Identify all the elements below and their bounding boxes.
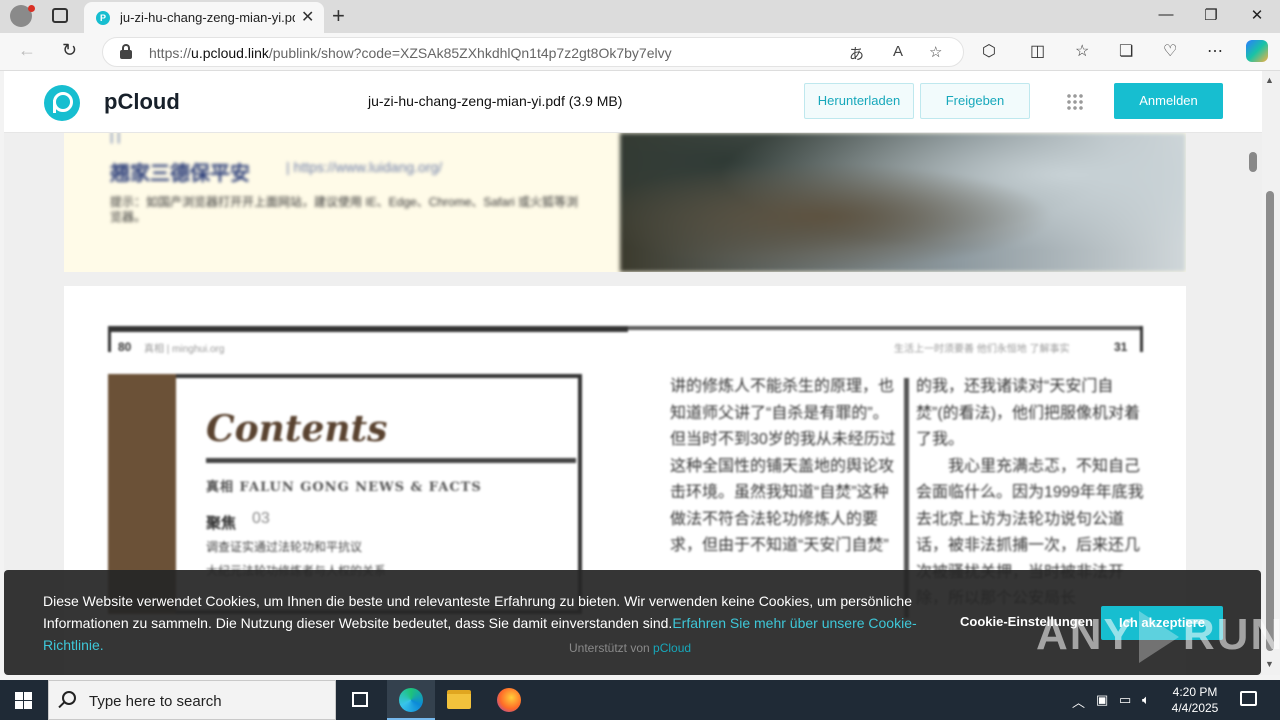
taskbar-search-input[interactable]: Type here to search (48, 680, 336, 720)
collections-icon[interactable]: ❏ (1119, 41, 1133, 61)
translate-icon[interactable]: あ (849, 43, 864, 64)
firefox-icon (497, 688, 521, 712)
close-window-icon[interactable]: ✕ (1247, 6, 1267, 24)
notification-dot-icon (28, 5, 35, 12)
refresh-icon[interactable]: ↻ (62, 40, 77, 61)
favorites-icon[interactable]: ☆ (1075, 41, 1089, 61)
taskbar-firefox[interactable] (485, 680, 533, 720)
restore-icon[interactable]: ❐ (1201, 6, 1221, 24)
contents-item: 调查证实通过法轮功和平抗议 (206, 540, 363, 554)
edge-icon (399, 688, 423, 712)
back-icon[interactable]: ← (18, 40, 36, 61)
tray-volume-icon[interactable]: 🔈︎ (1142, 692, 1150, 708)
apps-grid-icon[interactable] (1066, 93, 1084, 111)
more-menu-icon[interactable]: ⋯ (1207, 41, 1223, 61)
page-text: | | (110, 133, 121, 144)
browser-essentials-icon[interactable]: ♡ (1163, 41, 1177, 61)
powered-by: Unterstützt von pCloud (569, 641, 692, 655)
page-number: 31 (1114, 340, 1128, 354)
contents-section: 聚焦 (206, 515, 237, 532)
pdf-page: | | 翘家三德保平安 | https://www.luidang.org/ 提… (64, 133, 1186, 272)
page-number: 80 (118, 340, 132, 354)
new-tab-icon[interactable]: + (332, 3, 345, 29)
task-view-icon (352, 692, 368, 707)
tray-network-icon[interactable]: ▭ (1119, 692, 1131, 708)
tab-strip: P ju-zi-hu-chang-zeng-mian-yi.pdf ✕ + — … (0, 0, 1280, 33)
powered-by-link[interactable]: pCloud (653, 641, 691, 655)
contents-subtitle: 真相 FALUN GONG NEWS & FACTS (206, 480, 482, 495)
pcloud-favicon-icon: P (96, 11, 110, 25)
running-header: 生活上一时须要善 他们永恒地 了解事实 (894, 344, 1070, 355)
taskbar-file-explorer[interactable] (435, 680, 483, 720)
taskbar-clock[interactable]: 4:20 PM 4/4/2025 (1160, 684, 1230, 716)
share-button[interactable]: Freigeben (920, 83, 1030, 119)
favorite-star-icon[interactable]: ☆ (929, 43, 942, 61)
clock-time: 4:20 PM (1172, 685, 1218, 699)
taskbar-edge[interactable] (387, 680, 435, 720)
extensions-icon[interactable]: ⬡ (982, 41, 996, 61)
anyrun-watermark: ANY RUN (1036, 610, 1280, 664)
page-scroll-thumb[interactable] (1249, 152, 1257, 172)
pcloud-logo-text[interactable]: pCloud (104, 89, 180, 115)
signin-button[interactable]: Anmelden (1114, 83, 1223, 119)
contents-section-number: 03 (252, 510, 270, 527)
split-screen-icon[interactable]: ◫ (1030, 41, 1045, 61)
browser-tab-active[interactable]: P ju-zi-hu-chang-zeng-mian-yi.pdf ✕ (84, 2, 324, 33)
notification-center-icon[interactable] (1240, 691, 1257, 706)
pcloud-logo-icon[interactable] (44, 85, 80, 121)
url-text[interactable]: https://u.pcloud.link/publink/show?code=… (149, 45, 672, 61)
page-photo (620, 133, 1186, 272)
taskbar: Type here to search ︿ ▣ ▭ 🔈︎ 4:20 PM 4/4… (0, 680, 1280, 720)
tab-title: ju-zi-hu-chang-zeng-mian-yi.pdf (120, 10, 295, 25)
scrollbar-thumb[interactable] (1266, 191, 1274, 651)
tray-device-icon[interactable]: ▣ (1096, 692, 1108, 708)
lock-icon[interactable] (119, 44, 133, 60)
tab-actions-icon[interactable] (52, 8, 68, 23)
task-view-button[interactable] (336, 680, 384, 720)
copilot-icon[interactable] (1246, 40, 1268, 62)
pcloud-header: pCloud ju-zi-hu-chang-zeng-mian-yi.pdf (… (4, 71, 1262, 133)
scrollbar[interactable]: ▲ ▼ (1262, 71, 1280, 675)
windows-start-icon[interactable] (15, 692, 32, 709)
page-heading: 翘家三德保平安 (110, 163, 250, 185)
search-icon (62, 691, 76, 705)
scroll-up-icon[interactable]: ▲ (1265, 75, 1274, 85)
page-text: | https://www.luidang.org/ (286, 159, 443, 175)
body-column: 讲的修炼人不能杀生的原理，也知道师父讲了“自杀是有罪的”。但当时不到30岁的我从… (670, 378, 896, 554)
tray-chevron-up-icon[interactable]: ︿ (1072, 692, 1085, 711)
read-aloud-icon[interactable]: A (893, 43, 903, 60)
file-title: ju-zi-hu-chang-zeng-mian-yi.pdf (3.9 MB) (368, 93, 623, 109)
close-tab-icon[interactable]: ✕ (301, 7, 314, 27)
address-bar[interactable]: https://u.pcloud.link/publink/show?code=… (102, 37, 964, 67)
search-placeholder: Type here to search (89, 693, 222, 710)
folder-icon (447, 690, 471, 709)
page-text: 提示：如国产浏览器打开开上面网站，建议使用 IE、Edge、Chrome、Saf… (110, 195, 579, 224)
minimize-icon[interactable]: — (1156, 6, 1176, 23)
contents-title: Contents (206, 408, 388, 450)
running-header: 真相 | minghui.org (144, 344, 225, 355)
download-button[interactable]: Herunterladen (804, 83, 914, 119)
clock-date: 4/4/2025 (1171, 701, 1219, 715)
